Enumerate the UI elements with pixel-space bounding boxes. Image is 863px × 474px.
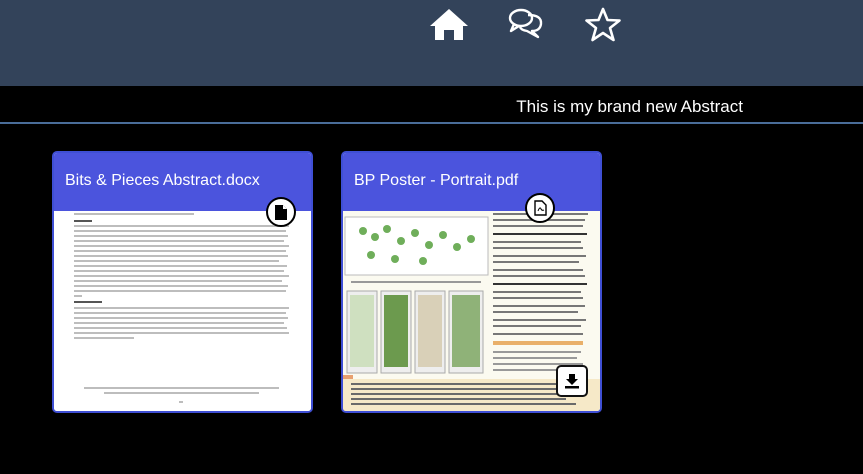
file-name: BP Poster - Portrait.pdf (354, 172, 519, 189)
document-preview-text (74, 213, 289, 403)
file-type-badge (266, 197, 296, 227)
page-title: This is my brand new Abstract (516, 97, 743, 116)
file-card-pdf[interactable]: BP Poster - Portrait.pdf (341, 151, 602, 413)
file-name: Bits & Pieces Abstract.docx (65, 172, 260, 189)
discussion-button[interactable] (508, 7, 544, 39)
chat-icon (508, 8, 543, 39)
home-icon (430, 9, 468, 40)
file-type-badge (525, 193, 555, 223)
file-card-header: BP Poster - Portrait.pdf (343, 153, 600, 211)
top-navigation-bar (0, 0, 863, 86)
download-button[interactable] (556, 365, 588, 397)
home-button[interactable] (428, 7, 470, 41)
file-card-docx[interactable]: Bits & Pieces Abstract.docx (52, 151, 313, 413)
document-preview (54, 211, 311, 411)
document-icon (275, 204, 287, 220)
download-icon (565, 374, 579, 389)
pdf-icon (533, 200, 547, 216)
nav-icon-group (428, 7, 622, 43)
abstract-title-bar: This is my brand new Abstract (0, 86, 863, 124)
star-icon (585, 7, 621, 42)
favorites-button[interactable] (584, 7, 622, 43)
